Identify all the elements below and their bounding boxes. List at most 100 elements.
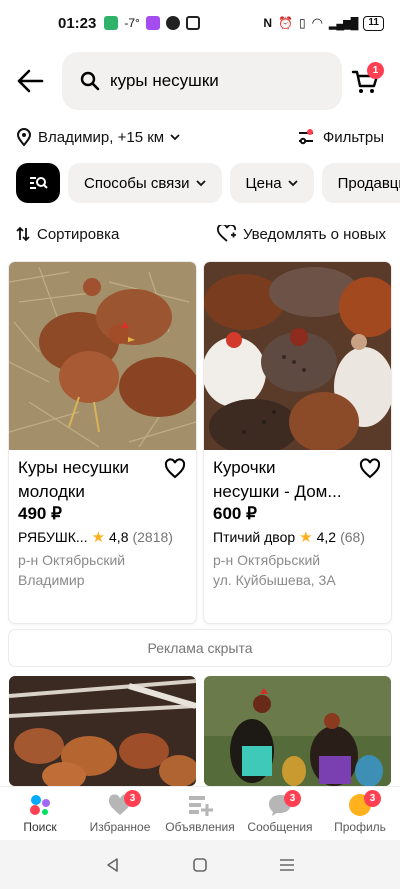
chickens-photo-image bbox=[9, 262, 196, 450]
app-notification-icon bbox=[104, 16, 119, 30]
heart-bell-icon bbox=[216, 225, 236, 242]
battery-indicator: 11 bbox=[363, 15, 384, 31]
tab-messages[interactable]: 3 Сообщения bbox=[240, 787, 320, 840]
listing-title[interactable]: Курочки несушки - Дом... bbox=[213, 456, 353, 504]
search-header: куры несушки 1 bbox=[0, 52, 400, 110]
nav-menu-icon[interactable] bbox=[277, 855, 297, 875]
tab-label: Профиль bbox=[334, 820, 386, 834]
tab-label: Поиск bbox=[23, 820, 57, 834]
listing-photo bbox=[9, 262, 196, 450]
location-label: Владимир, +15 км bbox=[38, 128, 165, 146]
tab-search[interactable]: Поиск bbox=[0, 787, 80, 840]
chip-contact-methods[interactable]: Способы связи bbox=[68, 163, 222, 203]
nav-home-icon[interactable] bbox=[190, 855, 210, 875]
address-line: р-н Октябрьский bbox=[213, 552, 321, 568]
location-selector[interactable]: Владимир, +15 км bbox=[16, 128, 180, 146]
add-listing-icon bbox=[189, 796, 213, 816]
tab-label: Объявления bbox=[165, 820, 235, 834]
status-bar: 01:23 -7° N ⏰ ▯ ◠ ▂▄▆█ 11 bbox=[0, 0, 400, 46]
alarm-icon: ⏰ bbox=[278, 16, 293, 30]
app-screen: 01:23 -7° N ⏰ ▯ ◠ ▂▄▆█ 11 куры несушки 1… bbox=[0, 0, 400, 889]
listing-card[interactable]: Куры несушки молодки 490 ₽ РЯБУШК... ★ 4… bbox=[9, 262, 196, 623]
chickens-photo-image bbox=[204, 262, 391, 450]
sort-button[interactable]: Сортировка bbox=[16, 226, 119, 243]
nfc-icon: N bbox=[263, 16, 272, 30]
tab-profile[interactable]: 3 Профиль bbox=[320, 787, 400, 840]
chickens-coop-photo-image bbox=[9, 676, 196, 786]
listing-address: р-н Октябрьский ул. Куйбышева, 3А bbox=[213, 550, 336, 590]
filters-icon bbox=[298, 129, 313, 145]
wifi-icon: ◠ bbox=[311, 15, 323, 30]
chip-label: Цена bbox=[245, 174, 282, 192]
review-count: (68) bbox=[340, 529, 365, 545]
chip-price[interactable]: Цена bbox=[229, 163, 314, 203]
chip-label: Продавцы с bbox=[337, 174, 400, 192]
hidden-ad-notice[interactable]: Реклама скрыта bbox=[9, 630, 391, 666]
notify-label: Уведомлять о новых bbox=[242, 225, 386, 243]
search-settings-chip[interactable] bbox=[16, 163, 60, 203]
back-button[interactable] bbox=[16, 68, 46, 94]
filters-button[interactable]: Фильтры bbox=[297, 129, 384, 146]
sort-label: Сортировка bbox=[37, 225, 120, 243]
listing-title[interactable]: Куры несушки молодки bbox=[18, 456, 158, 504]
tab-badge: 3 bbox=[284, 790, 301, 807]
star-icon: ★ bbox=[91, 529, 106, 546]
location-row: Владимир, +15 км Фильтры bbox=[16, 126, 384, 148]
address-line: Владимир bbox=[18, 572, 85, 588]
listing-photo bbox=[204, 262, 391, 450]
title-line: Курочки bbox=[213, 458, 276, 477]
title-line: Куры несушки bbox=[18, 458, 130, 477]
listing-card[interactable] bbox=[9, 676, 196, 786]
chevron-down-icon bbox=[170, 134, 180, 141]
chip-label: Способы связи bbox=[84, 174, 190, 192]
chip-sellers[interactable]: Продавцы с bbox=[321, 163, 400, 203]
listing-price: 600 ₽ bbox=[213, 504, 257, 523]
arrow-left-icon bbox=[17, 69, 44, 93]
notify-button[interactable]: Уведомлять о новых bbox=[216, 225, 386, 243]
seller-name: РЯБУШК... bbox=[18, 529, 88, 545]
status-notification-icons: -7° bbox=[104, 16, 200, 30]
seller-info: РЯБУШК... ★ 4,8 (2818) bbox=[18, 528, 173, 546]
search-input[interactable]: куры несушки bbox=[62, 52, 342, 110]
favorite-button[interactable] bbox=[359, 458, 381, 480]
vibrate-icon: ▯ bbox=[298, 16, 306, 30]
review-count: (2818) bbox=[132, 529, 173, 545]
tab-listings[interactable]: Объявления bbox=[160, 787, 240, 840]
sort-row: Сортировка Уведомлять о новых bbox=[16, 223, 386, 245]
listing-address: р-н Октябрьский Владимир bbox=[18, 550, 125, 590]
avito-logo-icon bbox=[30, 795, 50, 815]
system-navigation-bar bbox=[0, 840, 400, 889]
list-search-icon bbox=[30, 177, 48, 189]
app-notification-icon bbox=[145, 16, 160, 30]
seller-name: Птичий двор bbox=[213, 529, 296, 545]
title-line: несушки - Дом... bbox=[213, 482, 342, 501]
bottom-tab-bar: Поиск 3 Избранное Объявления 3 Сообщения bbox=[0, 786, 400, 840]
status-time: 01:23 bbox=[58, 14, 97, 32]
sort-icon bbox=[16, 226, 30, 242]
location-pin-icon bbox=[16, 128, 32, 146]
search-query: куры несушки bbox=[110, 71, 219, 90]
listing-card[interactable]: Курочки несушки - Дом... 600 ₽ Птичий дв… bbox=[204, 262, 391, 623]
title-line: молодки bbox=[18, 482, 85, 501]
app-notification-icon bbox=[165, 16, 180, 30]
listing-card[interactable] bbox=[204, 676, 391, 786]
favorite-button[interactable] bbox=[164, 458, 186, 480]
filters-label: Фильтры bbox=[322, 128, 384, 146]
seller-rating: 4,2 bbox=[316, 529, 337, 545]
filter-chips: Способы связи Цена Продавцы с bbox=[16, 163, 400, 203]
signal-icon: ▂▄▆█ bbox=[328, 17, 358, 30]
heart-icon bbox=[359, 458, 381, 479]
seller-info: Птичий двор ★ 4,2 (68) bbox=[213, 528, 365, 546]
tab-badge: 3 bbox=[364, 790, 381, 807]
cart-button[interactable]: 1 bbox=[350, 62, 384, 98]
tab-badge: 3 bbox=[124, 790, 141, 807]
star-icon: ★ bbox=[299, 529, 313, 546]
status-temp: -7° bbox=[124, 16, 140, 30]
address-line: р-н Октябрьский bbox=[18, 552, 126, 568]
mail-icon bbox=[185, 16, 200, 30]
tab-favorites[interactable]: 3 Избранное bbox=[80, 787, 160, 840]
chevron-down-icon bbox=[195, 180, 206, 187]
nav-back-icon[interactable] bbox=[103, 855, 123, 875]
tab-label: Сообщения bbox=[247, 820, 313, 834]
chevron-down-icon bbox=[287, 180, 298, 187]
